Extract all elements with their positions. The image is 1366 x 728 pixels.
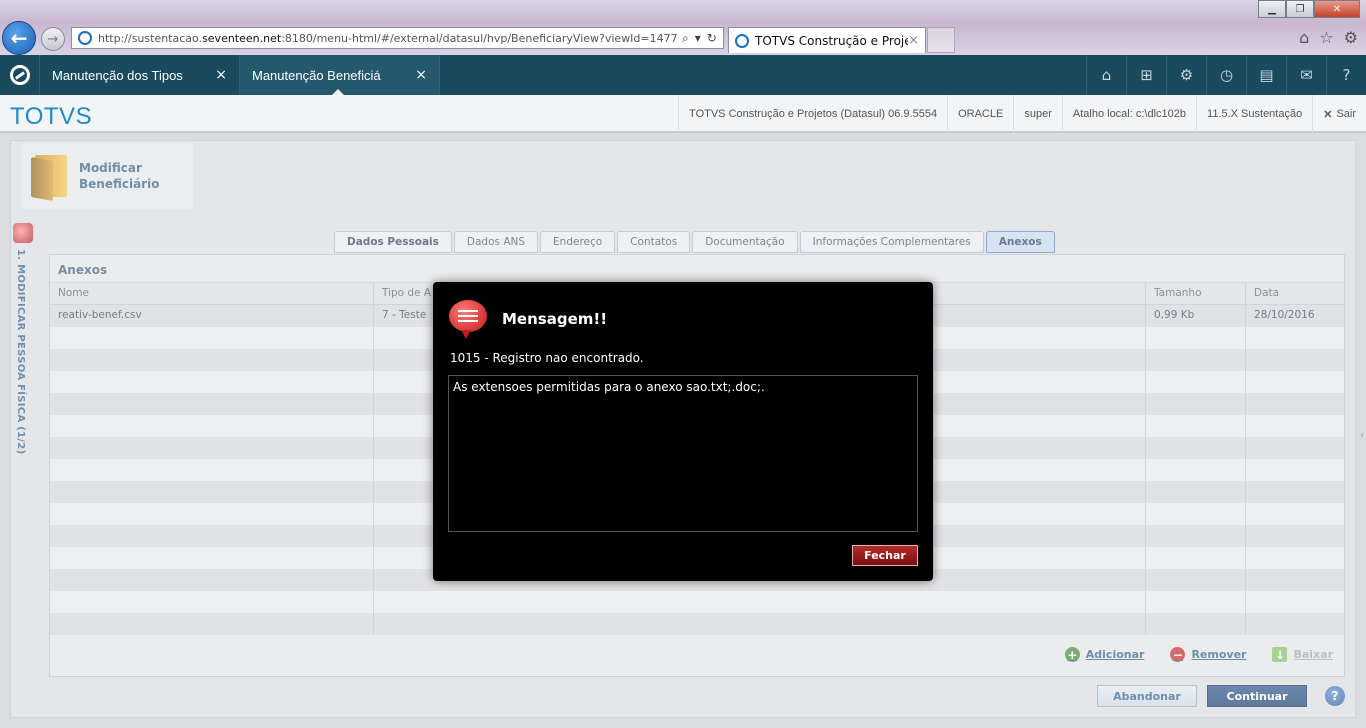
restore-icon[interactable]: ❐: [1286, 0, 1314, 18]
product-version: TOTVS Construção e Projetos (Datasul) 06…: [678, 95, 947, 133]
site-favicon-icon: [78, 31, 92, 45]
forward-arrow-icon[interactable]: →: [41, 27, 65, 51]
search-icon[interactable]: ⌕: [682, 31, 689, 46]
refresh-icon[interactable]: ↻: [707, 31, 717, 46]
home-icon[interactable]: ⌂: [1299, 28, 1309, 47]
close-tab-icon[interactable]: ×: [415, 67, 427, 83]
dialog-message: 1015 - Registro nao encontrado.: [450, 351, 644, 365]
browser-chrome: ▁ ❐ ✕ ← → http://sustentacao.seventeen.n…: [0, 0, 1366, 55]
close-window-icon[interactable]: ✕: [1314, 0, 1360, 18]
info-bar: TOTVS TOTVS Construção e Projetos (Datas…: [0, 95, 1366, 133]
home-icon[interactable]: ⌂: [1086, 55, 1126, 95]
document-icon[interactable]: ▤: [1246, 55, 1286, 95]
app-top-bar: Manutenção dos Tipos × Manutenção Benefi…: [0, 55, 1366, 95]
window-controls: ▁ ❐ ✕: [1258, 0, 1360, 18]
app-tab-manutencao-beneficiario[interactable]: Manutenção Beneficiá ×: [240, 55, 440, 95]
app-tab-label: Manutenção dos Tipos: [52, 67, 183, 83]
dialog-detail-text[interactable]: As extensoes permitidas para o anexo sao…: [448, 375, 918, 532]
exit-label: Sair: [1336, 108, 1356, 120]
totvs-logo-icon[interactable]: [0, 55, 40, 95]
message-dialog: Mensagem!! 1015 - Registro nao encontrad…: [433, 282, 933, 581]
dropdown-arrow-icon[interactable]: ▾: [695, 31, 701, 46]
app-tab-manutencao-tipos[interactable]: Manutenção dos Tipos ×: [40, 55, 240, 95]
message-bubble-icon: [449, 300, 487, 339]
help-icon[interactable]: ?: [1326, 55, 1366, 95]
environment-version: 11.5.X Sustentação: [1196, 95, 1312, 133]
app-tab-label: Manutenção Beneficiá: [252, 67, 381, 83]
gear-icon[interactable]: ⚙: [1166, 55, 1206, 95]
back-arrow-icon[interactable]: ←: [2, 21, 36, 55]
mail-icon[interactable]: ✉: [1286, 55, 1326, 95]
address-bar[interactable]: http://sustentacao.seventeen.net:8180/me…: [71, 27, 724, 49]
exit-button[interactable]: ✕ Sair: [1312, 95, 1366, 133]
close-icon: ✕: [1323, 108, 1333, 121]
close-tab-icon[interactable]: ×: [215, 67, 227, 83]
browser-tab-close-icon[interactable]: ×: [908, 33, 919, 48]
new-tab-button[interactable]: [927, 27, 955, 53]
browser-tab[interactable]: TOTVS Construção e Projet... ×: [728, 27, 926, 53]
close-button[interactable]: Fechar: [852, 545, 918, 566]
brand-logo: TOTVS: [10, 103, 93, 130]
sitemap-icon[interactable]: ⊞: [1126, 55, 1166, 95]
browser-tab-title: TOTVS Construção e Projet...: [755, 33, 909, 48]
address-url[interactable]: http://sustentacao.seventeen.net:8180/me…: [98, 32, 678, 45]
database-name: ORACLE: [947, 95, 1013, 133]
minimize-icon[interactable]: ▁: [1258, 0, 1286, 18]
user-name: super: [1013, 95, 1062, 133]
dialog-title: Mensagem!!: [502, 310, 608, 328]
settings-gear-icon[interactable]: ⚙: [1344, 28, 1358, 47]
favorites-star-icon[interactable]: ☆: [1319, 28, 1333, 47]
tab-favicon-icon: [735, 33, 749, 48]
local-shortcut: Atalho local: c:\dlc102b: [1061, 95, 1196, 133]
clock-icon[interactable]: ◷: [1206, 55, 1246, 95]
